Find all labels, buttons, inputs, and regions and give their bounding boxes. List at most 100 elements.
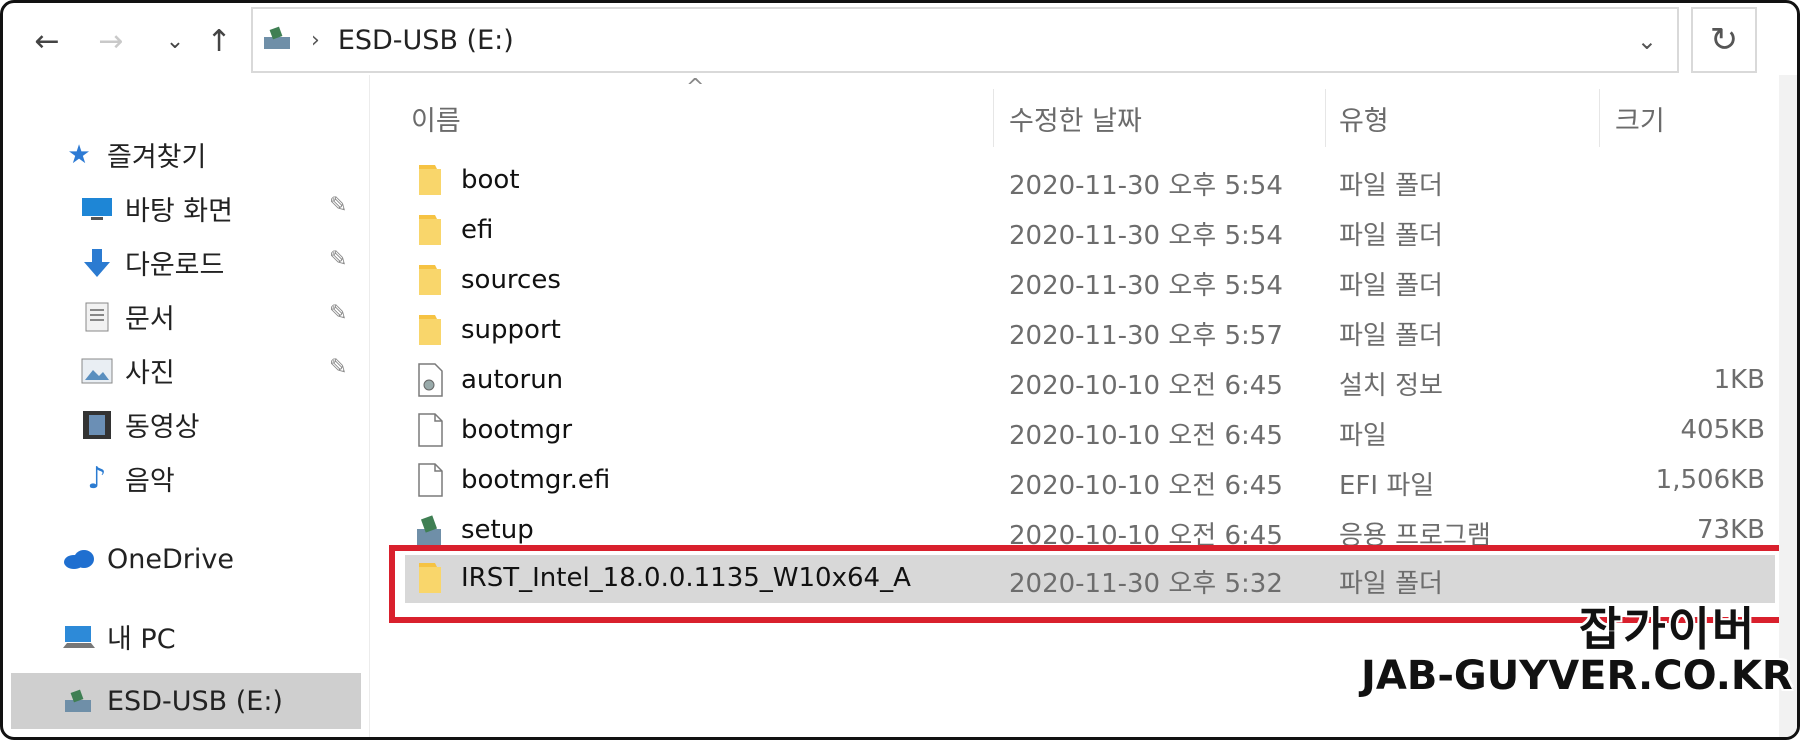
sidebar-item-label: 문서: [125, 304, 175, 335]
file-date: 2020-10-10 오전 6:45: [1009, 371, 1283, 401]
column-divider[interactable]: [1599, 89, 1600, 147]
column-header-type[interactable]: 유형: [1339, 99, 1389, 138]
file-name: sources: [461, 265, 561, 295]
back-button[interactable]: ←: [27, 21, 67, 61]
sidebar-item-pictures[interactable]: 사진: [79, 351, 175, 390]
usb-drive-icon: [263, 25, 293, 55]
cloud-icon: [61, 543, 97, 575]
file-type: 파일: [1339, 421, 1387, 451]
refresh-icon: ↻: [1709, 20, 1739, 60]
sidebar-item-label: 다운로드: [125, 250, 225, 281]
file-date: 2020-11-30 오후 5:54: [1009, 221, 1283, 251]
document-icon: [79, 301, 115, 333]
sidebar-item-desktop[interactable]: 바탕 화면: [79, 189, 233, 228]
file-explorer-window: ← → ⌄ ↑ › ESD-USB (E:) ⌄ ↻ ★ 즐겨찾기 바탕 화면 …: [0, 0, 1800, 740]
column-header-name[interactable]: 이름: [411, 99, 461, 138]
desktop-icon: [79, 193, 115, 225]
file-row[interactable]: bootmgr.efi 2020-10-10 오전 6:45 EFI 파일 1,506…: [405, 457, 1775, 505]
watermark-url: JAB-GUYVER.CO.KR: [1361, 653, 1793, 699]
film-icon: [79, 409, 115, 441]
column-header-date[interactable]: 수정한 날짜: [1009, 99, 1142, 138]
file-date: 2020-11-30 오후 5:57: [1009, 321, 1283, 351]
sidebar-item-music[interactable]: ♪ 음악: [79, 459, 175, 498]
breadcrumb-separator-icon: ›: [311, 27, 320, 53]
sidebar-item-onedrive[interactable]: OneDrive: [61, 543, 234, 575]
pin-icon[interactable]: ✎: [329, 301, 347, 326]
file-type: 파일 폴더: [1339, 321, 1443, 351]
sidebar-item-label: 즐겨찾기: [107, 142, 207, 173]
pin-icon[interactable]: ✎: [329, 193, 347, 218]
file-row[interactable]: sources 2020-11-30 오후 5:54 파일 폴더: [405, 257, 1775, 305]
file-size: 1,506KB: [1655, 465, 1765, 495]
recent-locations-button[interactable]: ⌄: [155, 21, 195, 61]
sidebar-item-quick-access[interactable]: ★ 즐겨찾기: [61, 135, 206, 174]
file-name: efi: [461, 215, 494, 245]
file-date: 2020-11-30 오후 5:54: [1009, 171, 1283, 201]
usb-drive-icon: [61, 685, 97, 717]
column-divider[interactable]: [1325, 89, 1326, 147]
chevron-down-icon: ⌄: [165, 28, 185, 54]
download-icon: [79, 247, 115, 279]
file-name: boot: [461, 165, 520, 195]
pane-divider[interactable]: [369, 75, 370, 737]
file-size: 1KB: [1713, 365, 1765, 395]
pin-icon[interactable]: ✎: [329, 247, 347, 272]
file-date: 2020-10-10 오전 6:45: [1009, 421, 1283, 451]
file-row[interactable]: boot 2020-11-30 오후 5:54 파일 폴더: [405, 157, 1775, 205]
watermark-title: 잡가이버: [1579, 602, 1757, 656]
column-divider[interactable]: [993, 89, 994, 147]
pin-icon[interactable]: ✎: [329, 355, 347, 380]
sidebar-item-videos[interactable]: 동영상: [79, 405, 200, 444]
up-button[interactable]: ↑: [199, 21, 239, 61]
pictures-icon: [79, 355, 115, 387]
sidebar-item-usb-drive[interactable]: ESD-USB (E:): [11, 673, 361, 729]
file-type: 파일 폴더: [1339, 221, 1443, 251]
folder-icon: [415, 263, 445, 297]
file-icon: [415, 463, 445, 497]
file-date: 2020-11-30 오후 5:54: [1009, 271, 1283, 301]
sidebar-item-documents[interactable]: 문서: [79, 297, 175, 336]
file-icon: [415, 413, 445, 447]
file-type: 파일 폴더: [1339, 271, 1443, 301]
refresh-button[interactable]: ↻: [1691, 7, 1757, 73]
sidebar-item-label: 사진: [125, 358, 175, 389]
file-name: setup: [461, 515, 534, 545]
setup-icon: [415, 513, 445, 547]
music-note-icon: ♪: [87, 461, 107, 496]
computer-icon: [61, 621, 97, 653]
file-size: 73KB: [1697, 515, 1765, 545]
sidebar-item-label: 바탕 화면: [125, 196, 233, 227]
sidebar-item-label: OneDrive: [107, 543, 234, 575]
file-row[interactable]: support 2020-11-30 오후 5:57 파일 폴더: [405, 307, 1775, 355]
file-date: 2020-10-10 오전 6:45: [1009, 471, 1283, 501]
sidebar-item-downloads[interactable]: 다운로드: [79, 243, 224, 282]
address-bar[interactable]: › ESD-USB (E:) ⌄: [251, 7, 1679, 73]
sidebar-item-label: 내 PC: [107, 624, 176, 655]
folder-icon: [415, 313, 445, 347]
file-type: 파일 폴더: [1339, 171, 1443, 201]
file-row[interactable]: bootmgr 2020-10-10 오전 6:45 파일 405KB: [405, 407, 1775, 455]
sort-ascending-icon: ^: [686, 75, 705, 100]
back-arrow-icon: ←: [34, 23, 60, 59]
file-type: EFI 파일: [1339, 471, 1435, 501]
sidebar-item-this-pc[interactable]: 내 PC: [61, 617, 176, 656]
file-type: 설치 정보: [1339, 371, 1443, 401]
sidebar-item-label: 음악: [125, 466, 175, 497]
address-path[interactable]: ESD-USB (E:): [338, 25, 514, 56]
file-name: bootmgr: [461, 415, 573, 445]
folder-icon: [415, 213, 445, 247]
file-name: autorun: [461, 365, 564, 395]
file-size: 405KB: [1680, 415, 1765, 445]
file-row[interactable]: autorun 2020-10-10 오전 6:45 설치 정보 1KB: [405, 357, 1775, 405]
forward-arrow-icon: →: [98, 23, 124, 59]
address-dropdown-icon[interactable]: ⌄: [1637, 27, 1657, 55]
highlight-box: [389, 545, 1787, 623]
vertical-scrollbar[interactable]: [1779, 75, 1797, 737]
settings-file-icon: [415, 363, 445, 397]
folder-icon: [415, 163, 445, 197]
file-row[interactable]: efi 2020-11-30 오후 5:54 파일 폴더: [405, 207, 1775, 255]
column-header-size[interactable]: 크기: [1615, 99, 1665, 138]
sidebar-item-label: ESD-USB (E:): [107, 685, 283, 717]
forward-button[interactable]: →: [91, 21, 131, 61]
sidebar-item-label: 동영상: [125, 412, 200, 443]
